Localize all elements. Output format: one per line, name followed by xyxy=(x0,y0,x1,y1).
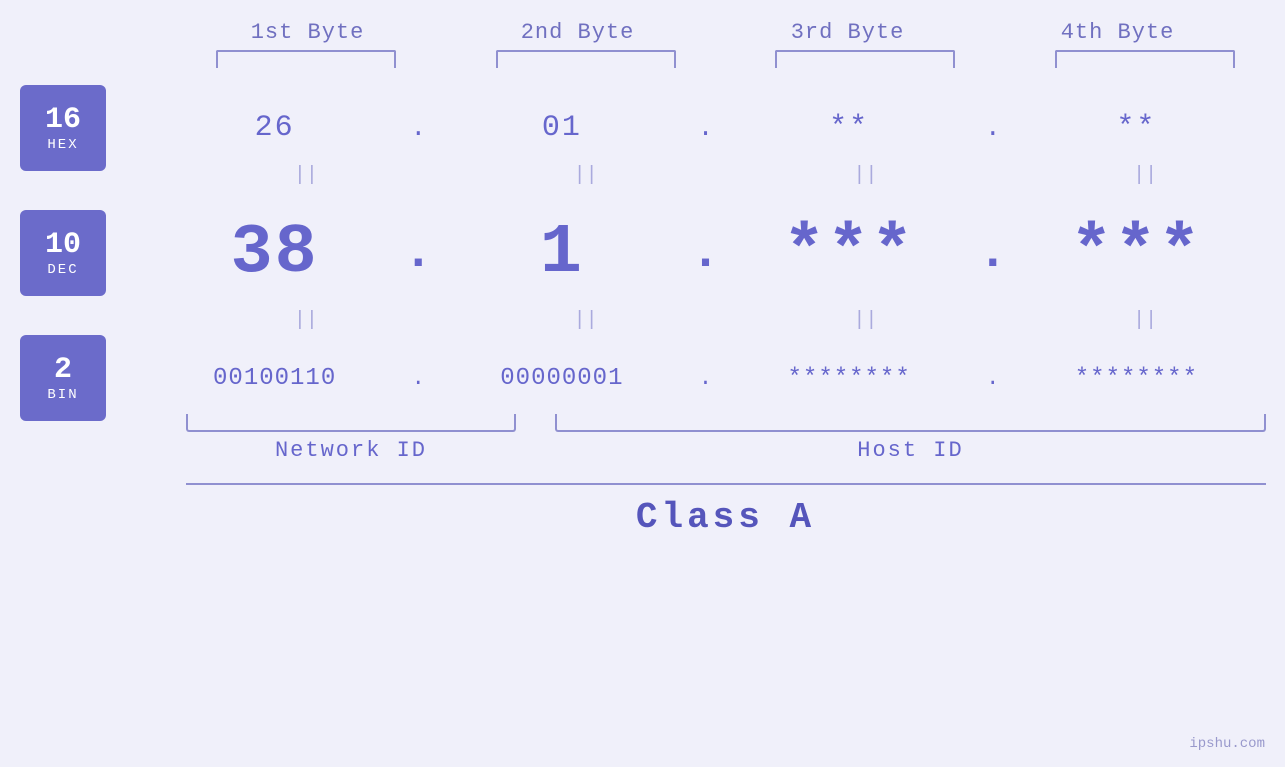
bin-b2: 00000001 xyxy=(433,365,690,392)
main-container: 1st Byte 2nd Byte 3rd Byte 4th Byte 16 H… xyxy=(0,0,1285,767)
eq2-b3: || xyxy=(726,309,1006,332)
top-bracket-3 xyxy=(775,50,955,68)
bin-dot-2: . xyxy=(691,366,721,391)
eq2-b2: || xyxy=(446,309,726,332)
dec-dot-1: . xyxy=(403,225,433,282)
full-bottom-bracket xyxy=(186,483,1266,485)
watermark: ipshu.com xyxy=(1189,736,1265,752)
hex-b3: ** xyxy=(721,111,978,145)
bin-badge-label: BIN xyxy=(47,387,78,403)
dec-badge: 10 DEC xyxy=(20,210,106,296)
dec-b4: *** xyxy=(1008,214,1265,293)
bracket-cell-4 xyxy=(1005,50,1285,68)
eq2-b1: || xyxy=(166,309,446,332)
host-bracket-cell xyxy=(536,414,1285,432)
bracket-cell-2 xyxy=(446,50,726,68)
top-bracket-1 xyxy=(216,50,396,68)
dec-badge-label: DEC xyxy=(47,262,78,278)
bin-badge-number: 2 xyxy=(54,354,72,387)
dec-b1: 38 xyxy=(146,214,403,293)
hex-row: 16 HEX 26 . 01 . ** . ** xyxy=(0,98,1285,158)
hex-b2: 01 xyxy=(433,111,690,145)
dec-b3: *** xyxy=(721,214,978,293)
bin-b4: ******** xyxy=(1008,365,1265,392)
eq1-b3: || xyxy=(726,164,1006,187)
byte-header-2: 2nd Byte xyxy=(443,20,713,45)
hex-b1: 26 xyxy=(146,111,403,145)
dec-dot-3: . xyxy=(978,225,1008,282)
top-bracket-4 xyxy=(1055,50,1235,68)
network-id-bracket xyxy=(186,414,516,432)
top-bracket-2 xyxy=(496,50,676,68)
id-labels: Network ID Host ID xyxy=(0,438,1285,463)
bin-dot-1: . xyxy=(403,366,433,391)
hex-badge-label: HEX xyxy=(47,137,78,153)
class-label: Class A xyxy=(636,497,815,538)
network-id-label: Network ID xyxy=(166,438,536,463)
byte-header-4: 4th Byte xyxy=(983,20,1253,45)
bin-values: 00100110 . 00000001 . ******** . *******… xyxy=(146,365,1265,392)
bin-b3: ******** xyxy=(721,365,978,392)
eq1-b2: || xyxy=(446,164,726,187)
bin-b1: 00100110 xyxy=(146,365,403,392)
host-id-label: Host ID xyxy=(536,438,1285,463)
dec-b2: 1 xyxy=(433,214,690,293)
hex-badge-number: 16 xyxy=(45,104,81,137)
network-bracket-cell xyxy=(166,414,536,432)
bin-row: 2 BIN 00100110 . 00000001 . ******** . *… xyxy=(0,348,1285,408)
hex-b4: ** xyxy=(1008,111,1265,145)
dec-dot-2: . xyxy=(690,225,720,282)
hex-dot-3: . xyxy=(978,113,1008,143)
hex-values: 26 . 01 . ** . ** xyxy=(146,111,1265,145)
equals-row-2: || || || || xyxy=(0,303,1285,338)
host-id-bracket xyxy=(555,414,1267,432)
byte-header-1: 1st Byte xyxy=(173,20,443,45)
hex-dot-1: . xyxy=(403,113,433,143)
equals-row-1: || || || || xyxy=(0,158,1285,193)
eq1-b4: || xyxy=(1005,164,1285,187)
bottom-brackets xyxy=(0,414,1285,432)
eq1-b1: || xyxy=(166,164,446,187)
top-bracket-row xyxy=(0,50,1285,68)
class-label-container: Class A xyxy=(186,497,1266,538)
dec-values: 38 . 1 . *** . *** xyxy=(146,214,1265,293)
byte-header-3: 3rd Byte xyxy=(713,20,983,45)
eq2-b4: || xyxy=(1005,309,1285,332)
bracket-cell-1 xyxy=(166,50,446,68)
dec-badge-number: 10 xyxy=(45,229,81,262)
dec-row: 10 DEC 38 . 1 . *** . *** xyxy=(0,203,1285,303)
hex-dot-2: . xyxy=(691,113,721,143)
bin-dot-3: . xyxy=(978,366,1008,391)
bin-badge: 2 BIN xyxy=(20,335,106,421)
byte-headers-row: 1st Byte 2nd Byte 3rd Byte 4th Byte xyxy=(173,20,1253,45)
full-bracket-line xyxy=(186,483,1266,485)
bracket-cell-3 xyxy=(726,50,1006,68)
